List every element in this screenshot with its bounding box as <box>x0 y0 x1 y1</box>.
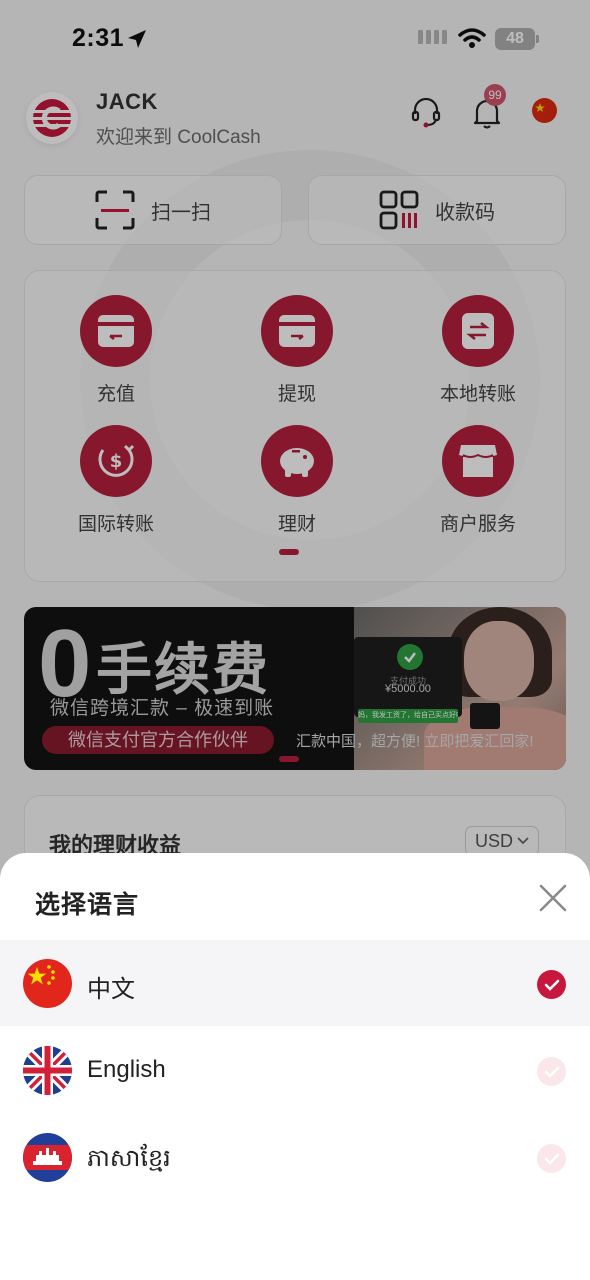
language-option-chinese[interactable]: 中文 <box>0 940 590 1026</box>
language-name: English <box>87 1056 166 1083</box>
sheet-title: 选择语言 <box>35 891 140 919</box>
language-option-english[interactable]: English <box>0 1027 590 1113</box>
unselected-check-icon <box>537 1144 566 1173</box>
language-sheet: 选择语言 中文 English ភាសាខ្មែរ <box>0 853 590 1280</box>
unselected-check-icon <box>537 1057 566 1086</box>
china-flag-icon <box>23 959 72 1008</box>
cambodia-flag-icon <box>23 1133 72 1182</box>
selected-check-icon <box>537 970 566 999</box>
language-name: ភាសាខ្មែរ <box>87 1145 171 1172</box>
close-icon[interactable] <box>536 881 570 915</box>
language-option-khmer[interactable]: ភាសាខ្មែរ <box>0 1114 590 1200</box>
uk-flag-icon <box>23 1046 72 1095</box>
language-name: 中文 <box>87 976 135 1003</box>
